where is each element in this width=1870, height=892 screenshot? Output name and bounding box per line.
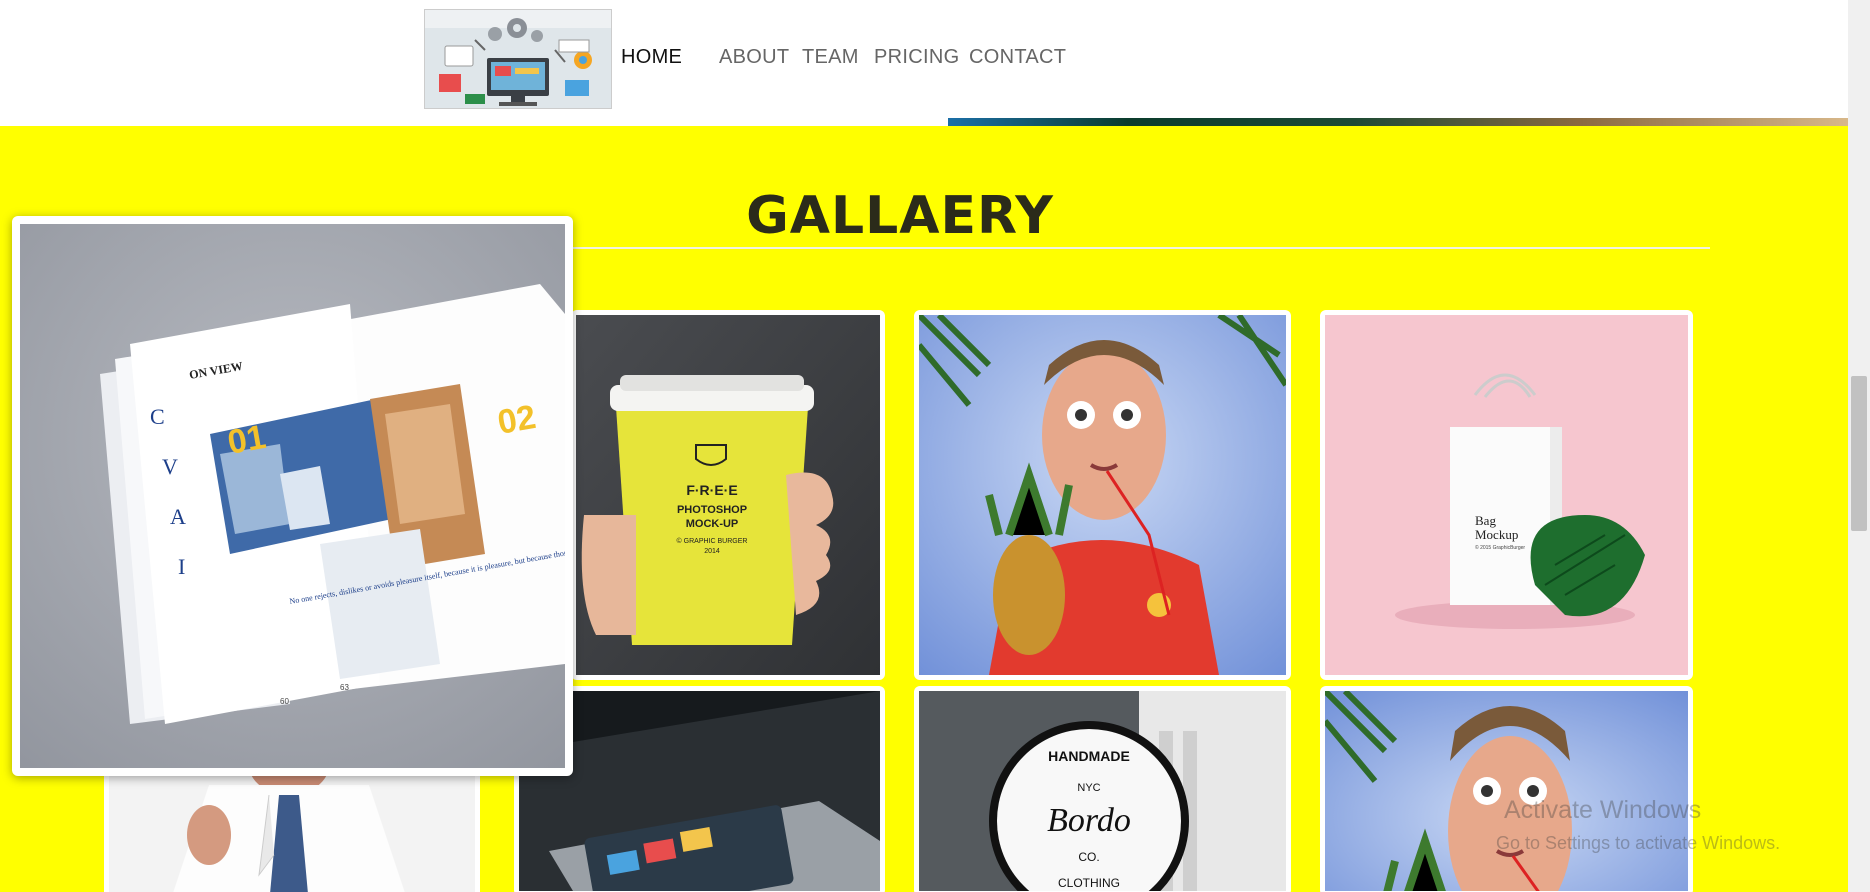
mag-num-2: 02 xyxy=(495,398,539,442)
site-header: HOME ABOUT TEAM PRICING CONTACT xyxy=(0,0,1848,126)
nav-contact[interactable]: CONTACT xyxy=(969,46,1066,69)
page: HOME ABOUT TEAM PRICING CONTACT GALLAERY xyxy=(0,0,1870,892)
pineapple-man-2-image xyxy=(1325,691,1688,891)
gallery-item-pineapple-man[interactable] xyxy=(914,310,1291,680)
logo-illustration xyxy=(425,10,611,108)
bag-text-1: Bag xyxy=(1475,513,1496,528)
svg-text:C: C xyxy=(150,404,165,429)
gallery-item-magazine-zoomed[interactable]: ON VIEW 01 02 No one rejects, dislikes o… xyxy=(12,216,573,776)
page-scrollbar[interactable] xyxy=(1848,0,1870,892)
sign-text-bordo: Bordo xyxy=(1047,802,1131,839)
nav-about[interactable]: ABOUT xyxy=(719,46,789,69)
bag-text-2: Mockup xyxy=(1475,527,1518,542)
sign-text-nyc: NYC xyxy=(1077,782,1100,794)
cup-text-free: F·R·E·E xyxy=(686,482,737,498)
site-logo[interactable] xyxy=(424,9,612,109)
svg-text:A: A xyxy=(170,504,186,529)
svg-text:V: V xyxy=(162,454,178,479)
mag-num-1: 01 xyxy=(225,418,269,462)
bag-mockup-image: Bag Mockup © 2015 GraphicBurger xyxy=(1325,315,1688,675)
magazine-mockup-image: ON VIEW 01 02 No one rejects, dislikes o… xyxy=(20,224,565,768)
coffee-cup-image: F·R·E·E PHOTOSHOP MOCK-UP © GRAPHIC BURG… xyxy=(576,315,880,675)
hero-image-edge xyxy=(948,118,1848,126)
gallery-item-storefront-sign[interactable]: HANDMADE NYC Bordo CO. CLOTHING xyxy=(914,686,1291,892)
cup-text-credit: © GRAPHIC BURGER xyxy=(677,537,748,545)
pineapple-man-image xyxy=(919,315,1286,675)
mag-page-left: 60 xyxy=(280,697,289,706)
sign-text-clothing: CLOTHING xyxy=(1058,876,1120,890)
sign-text-co: CO. xyxy=(1078,850,1099,864)
cup-text-year: 2014 xyxy=(704,548,720,555)
sign-text-handmade: HANDMADE xyxy=(1048,748,1130,764)
svg-text:I: I xyxy=(178,554,185,579)
scrollbar-thumb[interactable] xyxy=(1851,376,1867,531)
windows-activation-watermark: Activate Windows Go to Settings to activ… xyxy=(1496,796,1780,854)
title-divider xyxy=(560,247,1710,249)
gallery-item-bag-mockup[interactable]: Bag Mockup © 2015 GraphicBurger xyxy=(1320,310,1693,680)
nav-pricing[interactable]: PRICING xyxy=(874,46,959,69)
cup-text-photoshop: PHOTOSHOP xyxy=(677,504,747,516)
storefront-sign-image: HANDMADE NYC Bordo CO. CLOTHING xyxy=(919,691,1286,891)
nav-team[interactable]: TEAM xyxy=(802,46,859,69)
bag-text-3: © 2015 GraphicBurger xyxy=(1475,544,1525,551)
cup-text-mockup: MOCK-UP xyxy=(686,518,739,530)
gallery-item-coffee-cup[interactable]: F·R·E·E PHOTOSHOP MOCK-UP © GRAPHIC BURG… xyxy=(571,310,885,680)
laptop-tablet-image xyxy=(519,691,880,891)
watermark-title: Activate Windows xyxy=(1504,796,1702,824)
gallery-item-pineapple-man-2[interactable] xyxy=(1320,686,1693,892)
watermark-subtitle: Go to Settings to activate Windows. xyxy=(1496,833,1781,853)
nav-home[interactable]: HOME xyxy=(621,46,682,69)
mag-page-right: 63 xyxy=(340,683,349,692)
